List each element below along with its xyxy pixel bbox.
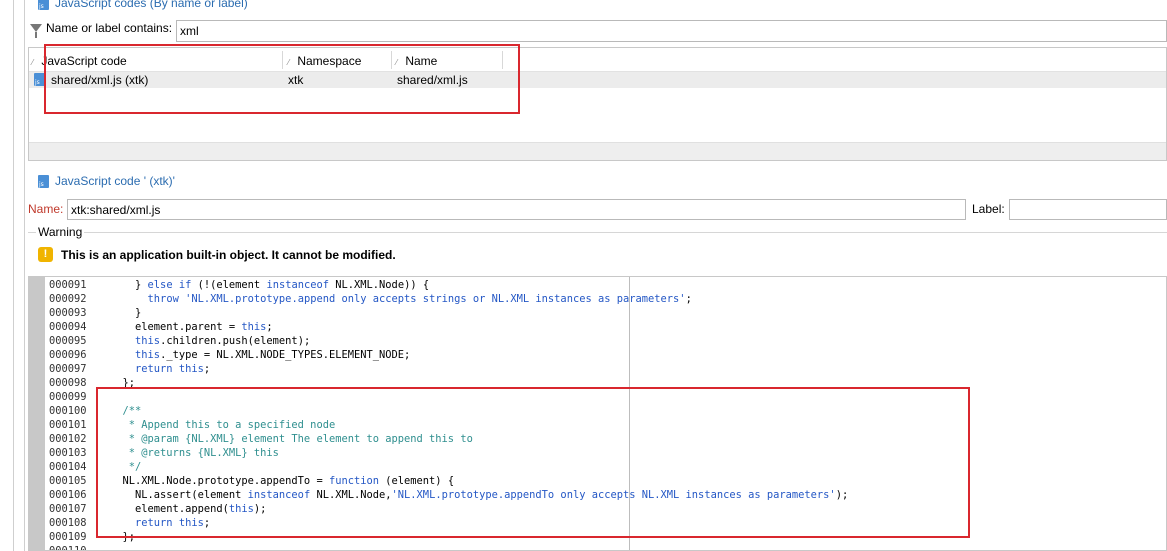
js-file-icon bbox=[38, 0, 49, 10]
code-line: 000093 } bbox=[49, 306, 141, 320]
code-line: 000097 return this; bbox=[49, 362, 210, 376]
warning-icon: ! bbox=[38, 247, 53, 262]
editor-gutter bbox=[29, 277, 45, 550]
code-line: 000096 this._type = NL.XML.NODE_TYPES.EL… bbox=[49, 348, 410, 362]
name-input[interactable] bbox=[67, 199, 966, 220]
grid-footer-bar bbox=[29, 142, 1166, 160]
warning-text: This is an application built-in object. … bbox=[61, 248, 396, 262]
line-text: throw 'NL.XML.prototype.append only acce… bbox=[147, 293, 692, 305]
warning-legend: Warning bbox=[36, 225, 85, 239]
line-number: 000092 bbox=[49, 293, 87, 305]
name-label: Name: bbox=[28, 202, 64, 216]
code-line: 000092 throw 'NL.XML.prototype.append on… bbox=[49, 292, 692, 306]
left-border-line-inner bbox=[24, 0, 25, 551]
highlight-box-code bbox=[96, 387, 970, 538]
filter-input[interactable] bbox=[176, 20, 1167, 42]
filter-icon[interactable] bbox=[30, 24, 42, 38]
line-text: } else if (!(element instanceof NL.XML.N… bbox=[110, 279, 430, 291]
line-text: this._type = NL.XML.NODE_TYPES.ELEMENT_N… bbox=[135, 349, 411, 361]
detail-section-header: JavaScript code ' (xtk)' bbox=[38, 174, 175, 188]
line-number: 000093 bbox=[49, 307, 87, 319]
line-number: 000091 bbox=[49, 279, 87, 291]
highlight-box-grid bbox=[44, 44, 520, 114]
filter-row: Name or label contains: bbox=[30, 21, 173, 38]
list-section-title: JavaScript codes (By name or label) bbox=[55, 0, 248, 10]
label-label: Label: bbox=[972, 202, 1005, 216]
name-row: Name: bbox=[28, 199, 63, 216]
label-input[interactable] bbox=[1009, 199, 1167, 220]
list-section-header: JavaScript codes (By name or label) bbox=[38, 0, 248, 10]
line-text: element.parent = this; bbox=[110, 321, 273, 333]
code-line: 000110 bbox=[49, 544, 110, 551]
line-number: 000097 bbox=[49, 363, 87, 375]
detail-section-title: JavaScript code ' (xtk)' bbox=[55, 174, 175, 188]
line-number: 000095 bbox=[49, 335, 87, 347]
warning-group: Warning ! This is an application built-i… bbox=[28, 225, 1167, 268]
line-number: 000094 bbox=[49, 321, 87, 333]
left-border-line bbox=[13, 0, 14, 551]
line-text: return this; bbox=[135, 363, 211, 375]
line-text: } bbox=[110, 307, 142, 319]
code-line: 000091 } else if (!(element instanceof N… bbox=[49, 278, 429, 292]
js-file-icon bbox=[38, 174, 49, 188]
filter-label: Name or label contains: bbox=[46, 21, 173, 35]
code-line: 000095 this.children.push(element); bbox=[49, 334, 310, 348]
line-text: this.children.push(element); bbox=[135, 335, 311, 347]
line-number: 000110 bbox=[49, 545, 87, 551]
code-line: 000094 element.parent = this; bbox=[49, 320, 273, 334]
line-number: 000096 bbox=[49, 349, 87, 361]
